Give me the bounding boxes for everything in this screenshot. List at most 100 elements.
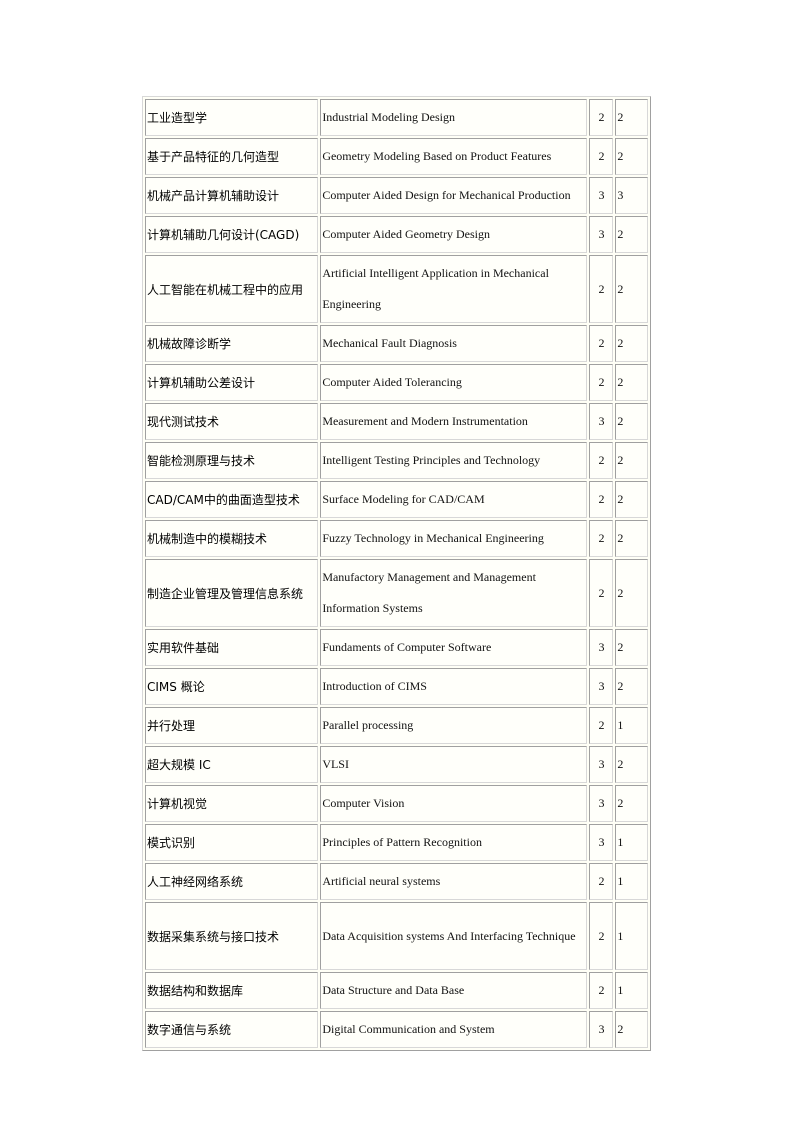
table-row: 基于产品特征的几何造型 Geometry Modeling Based on Pr… [145,138,648,175]
course-hours: 2 [615,99,648,136]
course-name-chinese: 制造企业管理及管理信息系统 [145,559,319,627]
course-name-chinese: 工业造型学 [145,99,319,136]
course-credits: 2 [588,559,614,627]
course-hours: 1 [615,902,648,970]
course-credits: 2 [588,442,614,479]
course-credits: 3 [588,785,614,822]
course-hours: 2 [615,1011,648,1048]
course-credits: 3 [588,746,614,783]
course-credits: 3 [588,1011,614,1048]
course-name-chinese: CIMS 概论 [145,668,319,705]
course-credits: 3 [588,824,614,861]
table-row: 人工神经网络系统 Artificial neural systems 2 1 [145,863,648,900]
course-hours: 2 [615,403,648,440]
course-name-chinese: 人工神经网络系统 [145,863,319,900]
course-credits: 3 [588,177,614,214]
course-credits: 3 [588,668,614,705]
course-credits: 2 [588,972,614,1009]
table-row: 工业造型学 Industrial Modeling Design 2 2 [145,99,648,136]
course-name-english: Data Acquisition systems And Interfacing… [320,902,587,970]
course-name-chinese: 数字通信与系统 [145,1011,319,1048]
course-hours: 2 [615,364,648,401]
course-credits: 2 [588,520,614,557]
course-name-chinese: 机械故障诊断学 [145,325,319,362]
course-credits: 3 [588,403,614,440]
course-credits: 2 [588,255,614,323]
course-hours: 3 [615,177,648,214]
course-hours: 2 [615,216,648,253]
course-credits: 2 [588,707,614,744]
table-row: 数据采集系统与接口技术 Data Acquisition systems And … [145,902,648,970]
course-credits: 3 [588,629,614,666]
course-name-chinese: 基于产品特征的几何造型 [145,138,319,175]
course-name-chinese: CAD/CAM中的曲面造型技术 [145,481,319,518]
table-row: 机械制造中的模糊技术 Fuzzy Technology in Mechanical… [145,520,648,557]
course-credits: 2 [588,325,614,362]
table-row: 计算机视觉 Computer Vision 3 2 [145,785,648,822]
course-name-english: Industrial Modeling Design [320,99,587,136]
course-name-english: Geometry Modeling Based on Product Featu… [320,138,587,175]
course-name-chinese: 人工智能在机械工程中的应用 [145,255,319,323]
course-name-chinese: 机械制造中的模糊技术 [145,520,319,557]
course-name-english: Data Structure and Data Base [320,972,587,1009]
course-name-chinese: 计算机视觉 [145,785,319,822]
course-hours: 2 [615,442,648,479]
course-name-chinese: 数据采集系统与接口技术 [145,902,319,970]
course-name-english: Computer Aided Geometry Design [320,216,587,253]
course-name-english: Principles of Pattern Recognition [320,824,587,861]
course-name-english: Artificial Intelligent Application in Me… [320,255,587,323]
course-name-chinese: 现代测试技术 [145,403,319,440]
course-name-chinese: 智能检测原理与技术 [145,442,319,479]
course-name-english: Surface Modeling for CAD/CAM [320,481,587,518]
course-hours: 1 [615,707,648,744]
course-name-english: Parallel processing [320,707,587,744]
course-name-english: Computer Aided Design for Mechanical Pro… [320,177,587,214]
course-hours: 2 [615,325,648,362]
course-credits: 3 [588,216,614,253]
table-row: 智能检测原理与技术 Intelligent Testing Principles … [145,442,648,479]
table-row: 数据结构和数据库 Data Structure and Data Base 2 1 [145,972,648,1009]
table-row: 机械故障诊断学 Mechanical Fault Diagnosis 2 2 [145,325,648,362]
course-hours: 2 [615,481,648,518]
course-table-body: 工业造型学 Industrial Modeling Design 2 2 基于产品特征的… [145,99,648,1048]
course-name-chinese: 计算机辅助公差设计 [145,364,319,401]
table-row: CIMS 概论 Introduction of CIMS 3 2 [145,668,648,705]
table-row: 计算机辅助公差设计 Computer Aided Tolerancing 2 2 [145,364,648,401]
course-name-english: Fundaments of Computer Software [320,629,587,666]
course-name-english: Digital Communication and System [320,1011,587,1048]
course-hours: 2 [615,746,648,783]
table-row: 并行处理 Parallel processing 2 1 [145,707,648,744]
course-hours: 2 [615,559,648,627]
course-hours: 1 [615,972,648,1009]
course-name-chinese: 机械产品计算机辅助设计 [145,177,319,214]
table-row: 计算机辅助几何设计(CAGD) Computer Aided Geometry D… [145,216,648,253]
course-hours: 1 [615,863,648,900]
course-name-chinese: 模式识别 [145,824,319,861]
course-hours: 2 [615,785,648,822]
course-name-english: Computer Aided Tolerancing [320,364,587,401]
course-name-english: Measurement and Modern Instrumentation [320,403,587,440]
course-credits: 2 [588,364,614,401]
table-row: 数字通信与系统 Digital Communication and System 3… [145,1011,648,1048]
course-hours: 1 [615,824,648,861]
course-name-chinese: 数据结构和数据库 [145,972,319,1009]
course-credits: 2 [588,138,614,175]
course-hours: 2 [615,138,648,175]
table-row: 现代测试技术 Measurement and Modern Instrumenta… [145,403,648,440]
course-credits: 2 [588,99,614,136]
course-name-english: VLSI [320,746,587,783]
course-credits: 2 [588,481,614,518]
table-row: 实用软件基础 Fundaments of Computer Software 3 2 [145,629,648,666]
table-row: 制造企业管理及管理信息系统 Manufactory Management and … [145,559,648,627]
table-row: 模式识别 Principles of Pattern Recognition 3 1 [145,824,648,861]
course-hours: 2 [615,668,648,705]
course-name-chinese: 超大规模 IC [145,746,319,783]
course-name-english: Intelligent Testing Principles and Techn… [320,442,587,479]
course-hours: 2 [615,520,648,557]
course-credits: 2 [588,863,614,900]
course-credits: 2 [588,902,614,970]
table-row: CAD/CAM中的曲面造型技术 Surface Modeling for CAD/… [145,481,648,518]
course-hours: 2 [615,629,648,666]
course-name-english: Artificial neural systems [320,863,587,900]
course-hours: 2 [615,255,648,323]
